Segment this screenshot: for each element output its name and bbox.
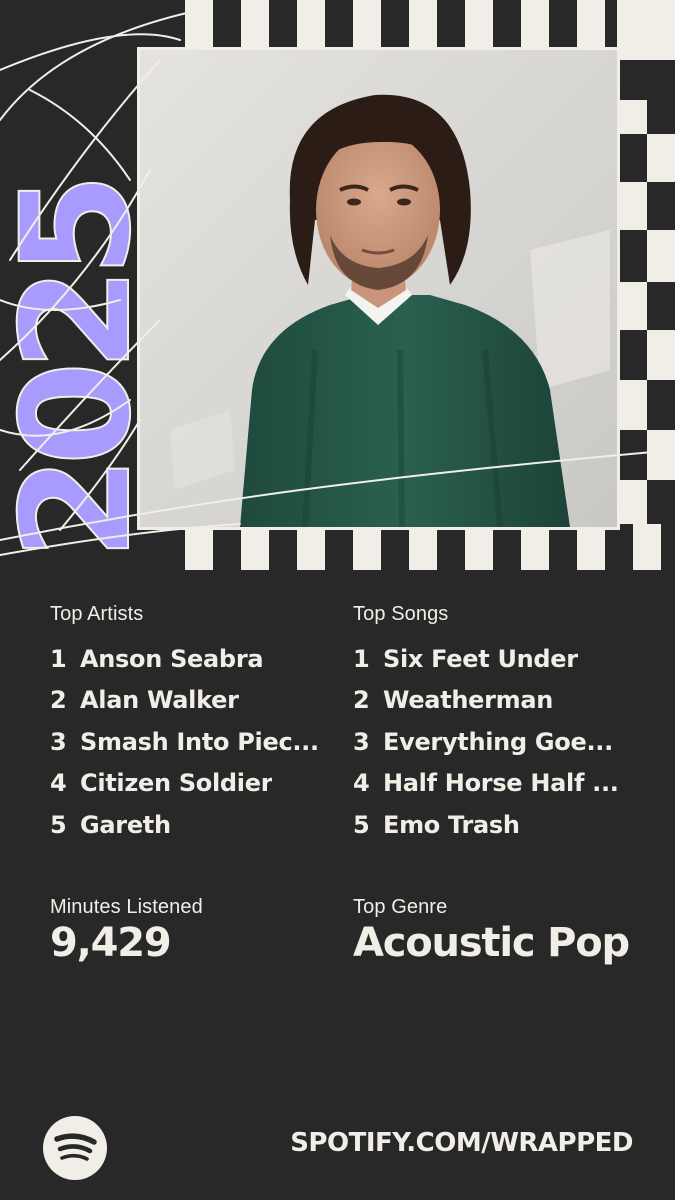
artist-name: Gareth — [80, 810, 171, 839]
wrapped-art-area: 2025 — [0, 0, 675, 570]
top-artists-label: Top Artists — [50, 603, 144, 625]
top-artist-item: 4 Citizen Soldier — [50, 763, 319, 805]
wrapped-summary-card: 2025 Top Artists 1 Anson Seabra 2 Alan W… — [0, 0, 675, 1200]
song-name: Everything Goe... — [383, 727, 613, 756]
top-artist-item: 2 Alan Walker — [50, 680, 319, 722]
wrapped-url-link[interactable]: SPOTIFY.COM/WRAPPED — [290, 1128, 633, 1158]
artist-name: Anson Seabra — [80, 644, 264, 673]
rank-number: 3 — [50, 727, 67, 756]
song-name: Half Horse Half ... — [383, 769, 619, 798]
minutes-listened-label: Minutes Listened — [50, 896, 203, 918]
rank-number: 5 — [353, 810, 370, 839]
top-song-item: 5 Emo Trash — [353, 804, 619, 846]
rank-number: 1 — [353, 644, 370, 673]
top-genre-value: Acoustic Pop — [353, 920, 630, 966]
top-artist-item: 1 Anson Seabra — [50, 638, 319, 680]
top-song-item: 1 Six Feet Under — [353, 638, 619, 680]
rank-number: 4 — [50, 769, 67, 798]
rank-number: 5 — [50, 810, 67, 839]
top-artist-item: 5 Gareth — [50, 804, 319, 846]
top-song-item: 2 Weatherman — [353, 680, 619, 722]
top-songs-list: 1 Six Feet Under 2 Weatherman 3 Everything … — [353, 638, 619, 846]
artist-name: Citizen Soldier — [80, 769, 273, 798]
scribble-lines — [0, 9, 675, 556]
top-songs-label: Top Songs — [353, 603, 449, 625]
top-song-item: 4 Half Horse Half ... — [353, 763, 619, 805]
rank-number: 1 — [50, 644, 67, 673]
rank-number: 3 — [353, 727, 370, 756]
rank-number: 2 — [50, 686, 67, 715]
rank-number: 2 — [353, 686, 370, 715]
song-name: Emo Trash — [383, 810, 520, 839]
minutes-listened-value: 9,429 — [50, 920, 172, 966]
top-artist-item: 3 Smash Into Piec... — [50, 721, 319, 763]
top-artists-list: 1 Anson Seabra 2 Alan Walker 3 Smash Into P… — [50, 638, 319, 846]
top-song-item: 3 Everything Goe... — [353, 721, 619, 763]
spotify-logo-icon — [43, 1116, 107, 1180]
song-name: Six Feet Under — [383, 644, 578, 673]
rank-number: 4 — [353, 769, 370, 798]
top-genre-label: Top Genre — [353, 896, 448, 918]
song-name: Weatherman — [383, 686, 554, 715]
artist-name: Alan Walker — [80, 686, 239, 715]
artist-name: Smash Into Piec... — [80, 727, 319, 756]
